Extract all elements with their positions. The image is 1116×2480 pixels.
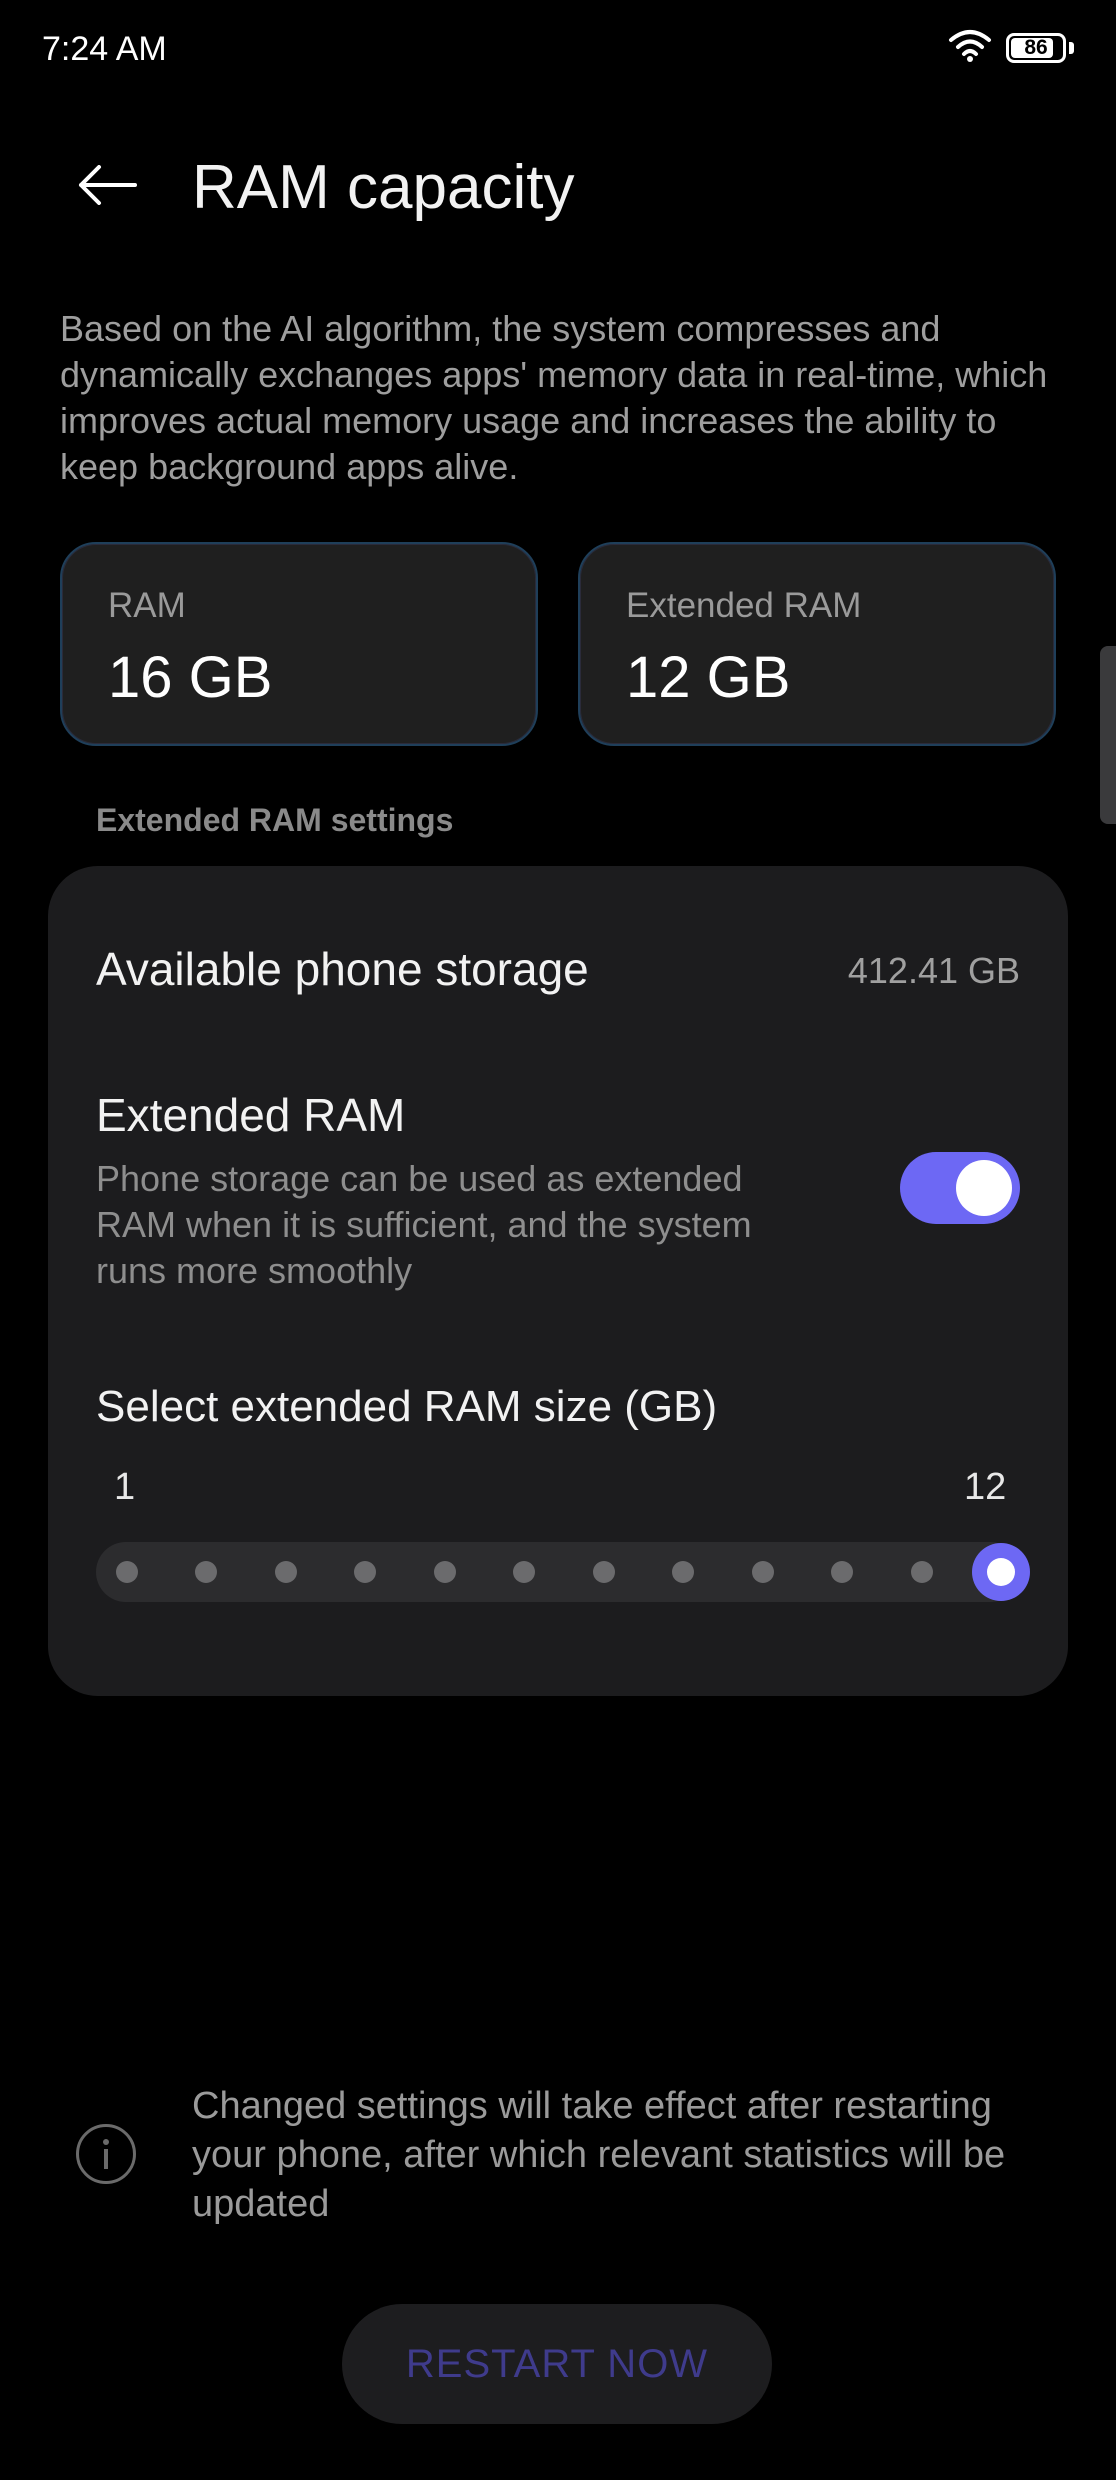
battery-level: 86 (1024, 35, 1048, 59)
status-icons: 86 (948, 28, 1074, 67)
slider-step-dot[interactable] (592, 1561, 615, 1583)
extended-ram-setting-description: Phone storage can be used as extended RA… (96, 1158, 752, 1291)
arrow-left-icon (77, 164, 137, 210)
restart-now-button[interactable]: RESTART NOW (342, 2304, 772, 2424)
extended-ram-setting-label: Extended RAM (96, 1089, 406, 1141)
ram-card: RAM 16 GB (60, 542, 538, 746)
battery-icon: 86 (1006, 32, 1066, 63)
slider-step-dot[interactable] (831, 1561, 854, 1583)
slider-step-dot[interactable] (274, 1561, 297, 1583)
section-header: Extended RAM settings (96, 802, 454, 838)
extended-ram-card: Extended RAM 12 GB (578, 542, 1056, 746)
info-icon (76, 2124, 136, 2184)
notice-text: Changed settings will take effect after … (192, 2085, 1006, 2225)
settings-card: Available phone storage 412.41 GB Extend… (48, 866, 1068, 1696)
slider-max-label: 12 (964, 1466, 1007, 1508)
slider-step-dot[interactable] (910, 1561, 933, 1583)
page-title: RAM capacity (192, 153, 575, 222)
slider-step-dot[interactable] (513, 1561, 536, 1583)
scroll-indicator (1100, 646, 1116, 824)
slider-step-dot[interactable] (116, 1561, 138, 1583)
slider-step-dot[interactable] (672, 1561, 695, 1583)
slider-step-dot[interactable] (751, 1561, 774, 1583)
page-description: Based on the AI algorithm, the system co… (60, 308, 1048, 487)
slider-title: Select extended RAM size (GB) (96, 1382, 718, 1431)
back-button[interactable] (72, 152, 142, 222)
status-time: 7:24 AM (42, 30, 167, 68)
slider-thumb[interactable] (972, 1543, 1030, 1601)
extended-ram-toggle[interactable] (900, 1152, 1020, 1224)
slider-min-label: 1 (114, 1466, 136, 1508)
storage-value: 412.41 GB (847, 950, 1020, 991)
slider-step-dot[interactable] (195, 1561, 218, 1583)
ram-label: RAM (108, 586, 186, 625)
ram-value: 16 GB (108, 645, 273, 710)
slider-thumb-inner (987, 1558, 1015, 1586)
extended-ram-value: 12 GB (626, 645, 791, 710)
extended-ram-label: Extended RAM (626, 586, 862, 625)
wifi-icon (948, 28, 992, 67)
toggle-knob (956, 1160, 1012, 1216)
storage-label: Available phone storage (96, 943, 589, 995)
slider-step-dot[interactable] (354, 1561, 377, 1583)
slider-step-dot[interactable] (433, 1561, 456, 1583)
ram-size-slider[interactable] (96, 1542, 1030, 1602)
battery-tip (1069, 41, 1074, 54)
